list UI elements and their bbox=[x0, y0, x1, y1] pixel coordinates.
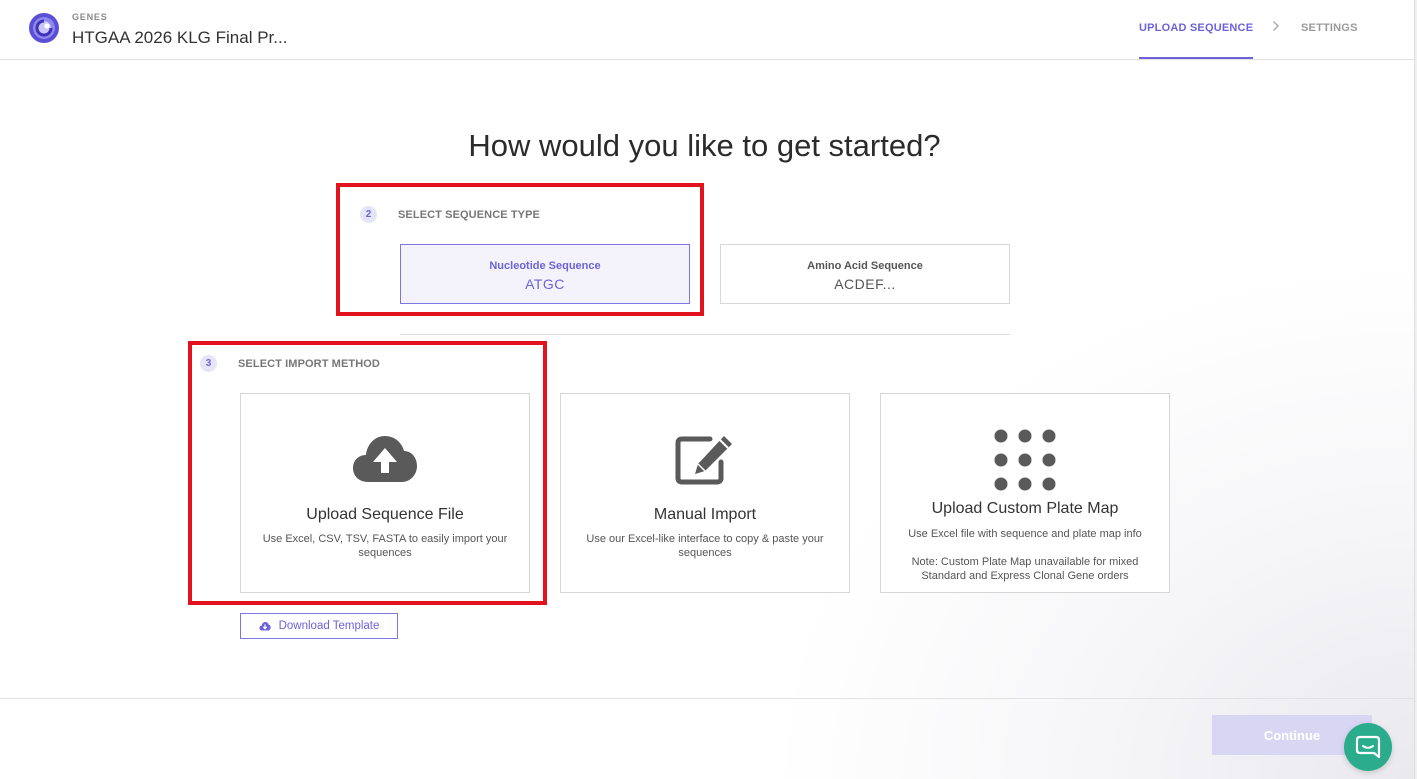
option-name: Nucleotide Sequence bbox=[489, 260, 601, 272]
edit-icon bbox=[561, 434, 849, 491]
step-number-badge: 2 bbox=[360, 206, 377, 223]
chevron-right-icon bbox=[1272, 20, 1280, 35]
footer-divider bbox=[0, 698, 1414, 699]
grid-dots-icon bbox=[881, 429, 1169, 496]
chat-support-button[interactable] bbox=[1344, 723, 1392, 771]
page-title: How would you like to get started? bbox=[468, 128, 941, 163]
upload-custom-plate-map-option[interactable]: Upload Custom Plate Map Use Excel file w… bbox=[880, 393, 1170, 593]
option-description: Use Excel, CSV, TSV, FASTA to easily imp… bbox=[262, 533, 508, 559]
option-name: Amino Acid Sequence bbox=[807, 260, 923, 272]
option-description: Use Excel file with sequence and plate m… bbox=[908, 528, 1142, 540]
top-header: GENES HTGAA 2026 KLG Final Pr... UPLOAD … bbox=[0, 0, 1414, 60]
section-title-import-method: SELECT IMPORT METHOD bbox=[238, 358, 380, 370]
cloud-upload-icon bbox=[241, 434, 529, 489]
option-title: Upload Custom Plate Map bbox=[931, 500, 1119, 517]
step-number-badge: 3 bbox=[200, 355, 217, 372]
option-description: Use our Excel-like interface to copy & p… bbox=[586, 533, 824, 559]
step-settings[interactable]: SETTINGS bbox=[1301, 22, 1358, 34]
download-template-button[interactable]: Download Template bbox=[240, 613, 398, 639]
download-template-label: Download Template bbox=[278, 620, 380, 632]
app-label: GENES bbox=[72, 12, 108, 22]
option-title: Manual Import bbox=[653, 506, 757, 523]
section-title-sequence-type: SELECT SEQUENCE TYPE bbox=[398, 209, 540, 221]
amino-acid-sequence-option[interactable]: Amino Acid Sequence ACDEF... bbox=[720, 244, 1010, 304]
chat-icon bbox=[1355, 735, 1381, 759]
step-upload-sequence[interactable]: UPLOAD SEQUENCE bbox=[1139, 22, 1253, 34]
app-logo-icon[interactable] bbox=[28, 12, 60, 44]
active-step-indicator bbox=[1139, 57, 1253, 59]
option-title: Upload Sequence File bbox=[306, 506, 464, 523]
option-value: ACDEF... bbox=[834, 276, 896, 292]
section-divider bbox=[400, 334, 1010, 335]
upload-sequence-file-option[interactable]: Upload Sequence File Use Excel, CSV, TSV… bbox=[240, 393, 530, 593]
option-note: Note: Custom Plate Map unavailable for m… bbox=[911, 556, 1139, 582]
project-title[interactable]: HTGAA 2026 KLG Final Pr... bbox=[72, 28, 287, 48]
nucleotide-sequence-option[interactable]: Nucleotide Sequence ATGC bbox=[400, 244, 690, 304]
option-value: ATGC bbox=[525, 276, 565, 292]
manual-import-option[interactable]: Manual Import Use our Excel-like interfa… bbox=[560, 393, 850, 593]
cloud-download-icon bbox=[259, 622, 271, 631]
